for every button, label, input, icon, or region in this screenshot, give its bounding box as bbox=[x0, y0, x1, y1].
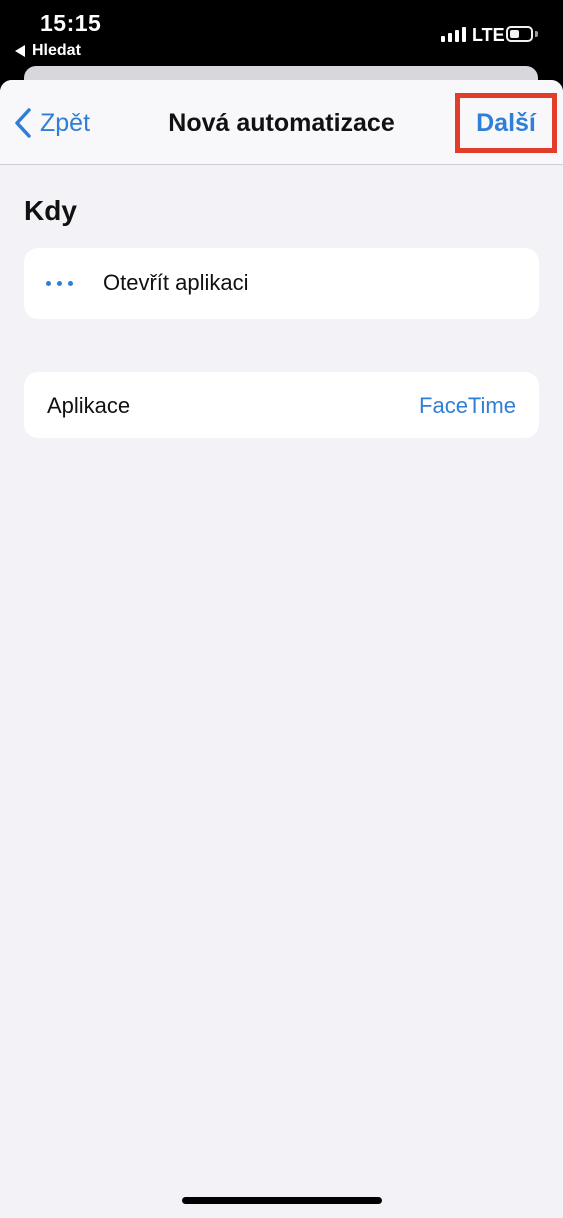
status-back-to-app[interactable]: Hledat bbox=[15, 42, 81, 60]
trigger-label: Otevřít aplikaci bbox=[103, 270, 249, 295]
automation-sheet: Zpět Nová automatizace Další Kdy Otevřít… bbox=[0, 80, 563, 1218]
section-title-when: Kdy bbox=[24, 195, 77, 226]
phone-screen: 15:15 Hledat LTE Zpět Nová automatizace bbox=[0, 0, 563, 1218]
app-selection-row[interactable]: Aplikace FaceTime bbox=[24, 372, 539, 438]
back-triangle-icon bbox=[15, 45, 25, 57]
navigation-bar: Zpět Nová automatizace Další bbox=[0, 80, 563, 165]
next-button[interactable]: Další bbox=[455, 93, 557, 153]
network-type: LTE bbox=[472, 25, 505, 45]
home-indicator[interactable] bbox=[182, 1197, 382, 1204]
status-bar: 15:15 Hledat LTE bbox=[0, 0, 563, 62]
battery-cap bbox=[535, 31, 538, 37]
cellular-signal-icon bbox=[441, 26, 466, 42]
app-row-value[interactable]: FaceTime bbox=[419, 393, 516, 419]
more-icon bbox=[46, 281, 73, 286]
app-row-label: Aplikace bbox=[47, 393, 131, 418]
status-time: 15:15 bbox=[40, 10, 102, 36]
battery-icon bbox=[506, 26, 533, 42]
battery-level bbox=[510, 30, 519, 38]
next-button-label: Další bbox=[476, 108, 536, 137]
status-back-label: Hledat bbox=[32, 42, 81, 59]
trigger-card[interactable]: Otevřít aplikaci bbox=[24, 248, 539, 319]
